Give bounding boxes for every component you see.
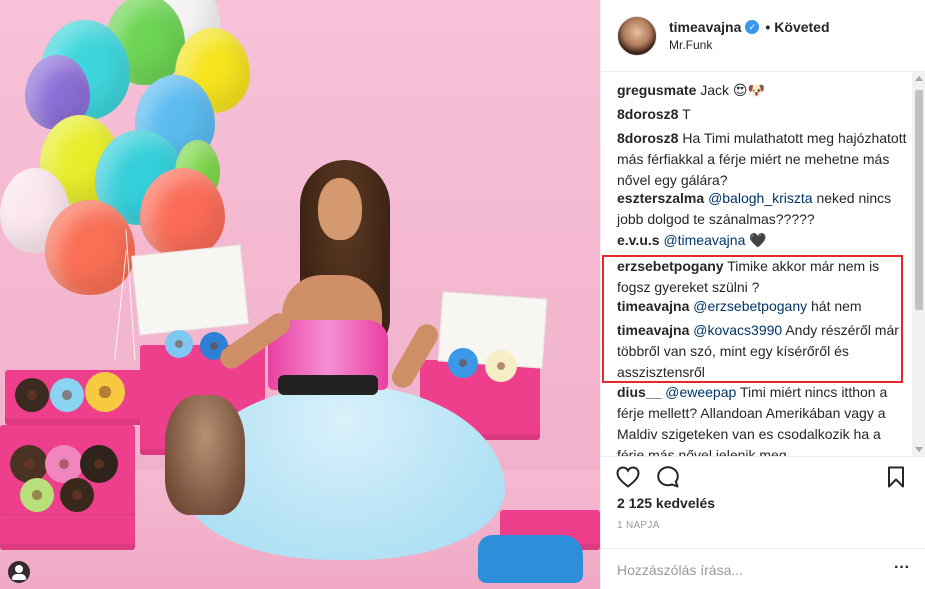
comment-item: e.v.u.s @timeavajna 🖤 (617, 230, 907, 251)
donut-box (0, 515, 135, 550)
comment-username[interactable]: 8dorosz8 (617, 106, 678, 122)
comment-username[interactable]: dius__ (617, 384, 661, 400)
header-username[interactable]: timeavajna (669, 19, 741, 35)
post-header: timeavajna ✓ • Követed Mr.Funk (601, 0, 925, 72)
likes-count[interactable]: 2 125 kedvelés (617, 495, 715, 511)
donut (10, 445, 48, 483)
location-link[interactable]: Mr.Funk (669, 38, 830, 52)
donut (50, 378, 84, 412)
blue-boot (478, 535, 583, 583)
donut (165, 330, 193, 358)
post-photo[interactable] (0, 0, 600, 589)
save-button[interactable] (883, 464, 909, 490)
woman-face (318, 178, 362, 240)
balloon-orange (140, 168, 225, 258)
comment-mention[interactable]: @eweepap (665, 384, 736, 400)
avatar[interactable] (617, 15, 657, 56)
comment-item: dius__ @eweepap Timi miért nincs itthon … (617, 382, 907, 456)
comment-text: Jack 😍🐶 (700, 82, 765, 98)
comment-text: 🖤 (749, 232, 767, 248)
comment-item: 8dorosz8 Ha Timi mulathatott meg hajózha… (617, 128, 907, 191)
donut (80, 445, 118, 483)
header-text: timeavajna ✓ • Követed Mr.Funk (669, 19, 830, 52)
donut (20, 478, 54, 512)
donut (15, 378, 49, 412)
comment-text: T (682, 106, 691, 122)
donut (485, 350, 517, 382)
donut-box-lid (131, 244, 249, 336)
comment-username[interactable]: 8dorosz8 (617, 130, 678, 146)
comment-mention[interactable]: @balogh_kriszta (708, 190, 813, 206)
scroll-down-arrow-icon[interactable] (915, 447, 923, 452)
header-separator: • (765, 19, 771, 35)
comment-button[interactable] (655, 464, 681, 490)
more-options-icon[interactable]: ··· (892, 560, 912, 579)
scroll-thumb[interactable] (915, 90, 923, 310)
donut (60, 478, 94, 512)
comment-icon (657, 466, 679, 488)
comment-item: gregusmate Jack 😍🐶 (617, 80, 907, 101)
comment-item: eszterszalma @balogh_kriszta neked nincs… (617, 188, 907, 230)
highlight-box (602, 255, 903, 383)
header-row: timeavajna ✓ • Követed (669, 19, 830, 35)
post-date: 1 NAPJA (617, 520, 660, 531)
donut (448, 348, 478, 378)
scroll-up-arrow-icon[interactable] (915, 76, 923, 81)
comment-item: 8dorosz8 T (617, 104, 907, 125)
comment-input[interactable] (617, 559, 887, 581)
add-comment-section: ··· (601, 548, 925, 589)
tagged-users-icon[interactable] (8, 561, 30, 583)
comment-username[interactable]: e.v.u.s (617, 232, 660, 248)
bookmark-icon (888, 466, 904, 488)
comments-scrollbar[interactable] (912, 72, 925, 456)
belt (278, 375, 378, 395)
verified-badge-icon: ✓ (745, 20, 760, 34)
action-bar (601, 456, 925, 496)
comment-mention[interactable]: @timeavajna (663, 232, 745, 248)
follow-button[interactable]: Követed (774, 19, 829, 35)
heart-icon (616, 466, 640, 488)
comment-username[interactable]: eszterszalma (617, 190, 704, 206)
yorkie-dog (165, 395, 245, 515)
like-button[interactable] (615, 464, 641, 490)
donut (85, 372, 125, 412)
comment-username[interactable]: gregusmate (617, 82, 696, 98)
